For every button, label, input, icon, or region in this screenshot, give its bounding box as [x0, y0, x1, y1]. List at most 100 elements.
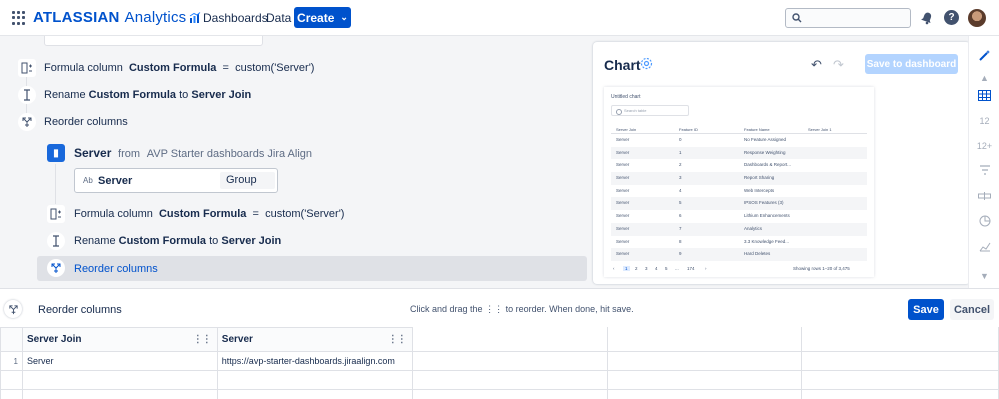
save-button[interactable]: Save — [908, 299, 944, 320]
empty-column — [411, 327, 608, 352]
gear-icon[interactable] — [640, 57, 653, 73]
bar-icon[interactable] — [977, 188, 992, 203]
pie-icon[interactable] — [977, 213, 992, 228]
pipeline-steps: Formula column Custom Formula = custom('… — [0, 36, 592, 288]
formula-column-icon — [47, 205, 65, 223]
visualization-rail: ▲ 12 12+ ▼ — [968, 36, 999, 288]
drag-handle-icon: ⋮⋮ — [485, 304, 504, 314]
preview-cell: 0 — [679, 137, 682, 142]
save-to-dashboard-button[interactable]: Save to dashboard — [865, 54, 958, 74]
rows-showing-text: Showing rows 1–20 of 3,475 — [793, 266, 850, 271]
step-rename[interactable]: Rename Custom Formula to Server Join — [44, 89, 251, 101]
step-reorder-columns-selected[interactable]: Reorder columns — [74, 263, 158, 275]
search-input[interactable] — [808, 10, 906, 26]
preview-cell: Report Sharing — [744, 175, 775, 181]
filter-icon[interactable] — [977, 162, 992, 177]
preview-cell: Web Intercepts — [744, 187, 775, 193]
preview-table-row: Server 3 Report Sharing — [611, 172, 867, 185]
column-header-server-join[interactable]: Server Join ⋮⋮ — [21, 327, 218, 352]
preview-pagination: ‹ 1 2 3 4 5 ... 174 › Showing rows 1–20 … — [611, 264, 867, 274]
datasource-source: AVP Starter dashboards Jira Align — [146, 148, 313, 160]
empty-cell — [216, 389, 413, 399]
line-icon[interactable] — [977, 239, 992, 254]
formula-column-icon — [18, 59, 36, 77]
product-logo[interactable]: ATLASSIAN Analytics — [33, 9, 201, 26]
preview-table-row: Server 6 Lithium Enhancements — [611, 210, 867, 223]
reorder-columns-icon — [18, 113, 36, 131]
table-icon[interactable] — [977, 88, 992, 103]
cancel-button[interactable]: Cancel — [950, 299, 994, 320]
user-avatar[interactable] — [968, 9, 986, 27]
column-header-label: Server Join — [26, 334, 82, 345]
reorder-hint: Click and drag the ⋮⋮ to reorder. When d… — [410, 304, 634, 315]
formula-expression: custom('Server') — [235, 62, 315, 74]
preview-cell: Analytics — [744, 225, 763, 231]
preview-cell: 6 — [679, 213, 682, 219]
preview-cell: Server — [616, 175, 630, 181]
app-switcher-icon[interactable] — [12, 11, 26, 25]
column-role-group[interactable]: Group — [220, 172, 275, 189]
preview-table: Server Join Feature ID Feature Name Serv… — [611, 124, 867, 261]
formula-equals: = — [252, 208, 259, 220]
magic-wand-icon[interactable] — [977, 48, 992, 63]
scroll-down-icon[interactable]: ▼ — [977, 268, 992, 283]
page-number[interactable]: 2 — [635, 266, 638, 271]
reorder-panel-title: Reorder columns — [38, 304, 122, 316]
preview-cell: Server — [616, 213, 630, 219]
undo-icon[interactable]: ↶ — [811, 57, 822, 73]
nav-dashboards[interactable]: Dashboards — [203, 11, 268, 25]
page-ellipsis: ... — [675, 266, 679, 271]
rename-to-word: to — [179, 89, 189, 101]
datasource-from: from — [118, 148, 141, 160]
next-page-icon[interactable]: › — [705, 266, 707, 271]
reorder-label: Reorder columns — [44, 116, 128, 128]
cell-server-join: Server — [21, 351, 218, 371]
page-number[interactable]: 174 — [687, 266, 695, 271]
row-number-header — [0, 327, 23, 352]
reorder-panel: Reorder columns Click and drag the ⋮⋮ to… — [0, 288, 999, 399]
cell-server: https://avp-starter-dashboards.jiraalign… — [216, 351, 413, 371]
table-row: 1 Server https://avp-starter-dashboards.… — [0, 351, 999, 371]
page-number[interactable]: 5 — [665, 266, 668, 271]
redo-icon[interactable]: ↷ — [833, 57, 844, 73]
preview-cell: Lithium Enhancements — [744, 213, 790, 219]
step-reorder-columns[interactable]: Reorder columns — [44, 116, 128, 128]
preview-cell: Response Weighting — [744, 149, 786, 155]
preview-search-input[interactable]: Search table — [611, 105, 689, 116]
page-number[interactable]: 3 — [645, 266, 648, 271]
datasource-name: Server — [74, 146, 112, 160]
scroll-up-icon[interactable]: ▲ — [977, 70, 992, 85]
data-table: Server Join ⋮⋮ Server ⋮⋮ 1 Server https:… — [0, 327, 999, 399]
rename-to: Server Join — [221, 235, 282, 247]
drag-handle-icon[interactable]: ⋮⋮ — [388, 334, 407, 345]
connector-line — [55, 164, 56, 204]
preview-cell: Hard Deletes — [744, 251, 771, 257]
preview-table-row: Server 8 3.3 Knowledge Feed... — [611, 236, 867, 249]
step-formula-column[interactable]: Formula column Custom Formula = custom('… — [44, 62, 314, 74]
notifications-icon[interactable] — [919, 10, 935, 26]
datasource-title[interactable]: Server from AVP Starter dashboards Jira … — [74, 146, 312, 160]
analytics-logo-icon — [190, 11, 201, 23]
preview-cell: 4 — [679, 187, 682, 193]
rename-from: Custom Formula — [118, 235, 207, 247]
preview-header-cell: Feature ID — [679, 127, 698, 132]
preview-chart-title: Untitled chart — [611, 94, 641, 100]
create-button[interactable]: Create ⌄ — [294, 7, 351, 28]
step-formula-column-2[interactable]: Formula column Custom Formula = custom('… — [74, 208, 344, 220]
row-number — [0, 389, 23, 399]
preview-table-row: Server 2 Dashboards & Report... — [611, 159, 867, 172]
number-icon[interactable]: 12 — [977, 113, 992, 128]
number-plus-icon[interactable]: 12+ — [977, 138, 992, 153]
preview-table-header: Server Join Feature ID Feature Name Serv… — [611, 124, 867, 134]
page-number[interactable]: 4 — [655, 266, 658, 271]
help-icon[interactable]: ? — [944, 10, 959, 25]
datasource-column-table[interactable]: Ab Server Group — [74, 168, 278, 193]
column-header-server[interactable]: Server ⋮⋮ — [216, 327, 413, 352]
drag-handle-icon[interactable]: ⋮⋮ — [193, 334, 212, 345]
step-rename-2[interactable]: Rename Custom Formula to Server Join — [74, 235, 281, 247]
search-box[interactable] — [785, 8, 911, 28]
preview-cell: 7 — [679, 225, 682, 231]
prev-page-icon[interactable]: ‹ — [613, 266, 615, 271]
page-number[interactable]: 1 — [623, 266, 630, 271]
nav-data[interactable]: Data — [266, 11, 291, 25]
